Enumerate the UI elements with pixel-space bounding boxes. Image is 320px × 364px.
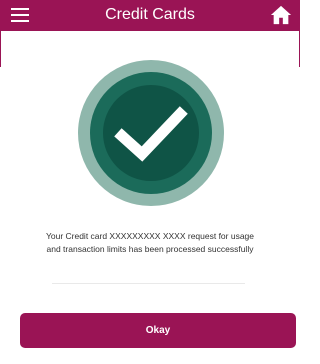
- hamburger-menu-icon: [11, 8, 29, 22]
- left-border-line: [0, 31, 1, 67]
- success-message: Your Credit card XXXXXXXXX XXXX request …: [45, 231, 255, 254]
- okay-button[interactable]: Okay: [20, 313, 296, 348]
- divider: [52, 283, 245, 284]
- page-title: Credit Cards: [105, 6, 195, 23]
- success-badge: [78, 60, 224, 206]
- app-header: Credit Cards: [0, 0, 300, 31]
- menu-button[interactable]: [8, 4, 32, 26]
- home-icon: [270, 5, 292, 25]
- right-border-line: [299, 31, 300, 67]
- home-button[interactable]: [268, 2, 294, 28]
